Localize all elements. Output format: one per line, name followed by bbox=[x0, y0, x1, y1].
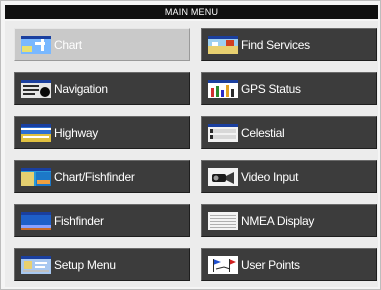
highway-label: Highway bbox=[54, 125, 98, 140]
user-points-icon bbox=[208, 255, 238, 274]
fishfinder-label: Fishfinder bbox=[54, 213, 104, 228]
celestial-label: Celestial bbox=[241, 125, 285, 140]
gps-status-label: GPS Status bbox=[241, 81, 301, 96]
user-points-button[interactable]: User Points bbox=[201, 248, 377, 281]
chart-fishfinder-button[interactable]: Chart/Fishfinder bbox=[14, 160, 190, 193]
celestial-button[interactable]: Celestial bbox=[201, 116, 377, 149]
nmea-display-icon bbox=[208, 211, 238, 230]
highway-button[interactable]: Highway bbox=[14, 116, 190, 149]
navigation-label: Navigation bbox=[54, 81, 108, 96]
menu-title: MAIN MENU bbox=[5, 5, 378, 19]
user-points-label: User Points bbox=[241, 257, 300, 272]
navigation-icon bbox=[21, 79, 51, 98]
nmea-display-label: NMEA Display bbox=[241, 213, 315, 228]
highway-icon bbox=[21, 123, 51, 142]
video-input-icon bbox=[208, 167, 238, 186]
gps-status-icon bbox=[208, 79, 238, 98]
find-services-label: Find Services bbox=[241, 37, 310, 52]
chart-fishfinder-icon bbox=[21, 167, 51, 186]
video-input-button[interactable]: Video Input bbox=[201, 160, 377, 193]
find-services-icon bbox=[208, 35, 238, 54]
video-input-label: Video Input bbox=[241, 169, 299, 184]
main-menu-window: MAIN MENU Chart Navigation Highway Chart… bbox=[0, 0, 381, 290]
chart-fishfinder-label: Chart/Fishfinder bbox=[54, 169, 135, 184]
setup-menu-button[interactable]: Setup Menu bbox=[14, 248, 190, 281]
fishfinder-icon bbox=[21, 211, 51, 230]
setup-menu-icon bbox=[21, 255, 51, 274]
find-services-button[interactable]: Find Services bbox=[201, 28, 377, 61]
navigation-button[interactable]: Navigation bbox=[14, 72, 190, 105]
menu-panel: Chart Navigation Highway Chart/Fishfinde… bbox=[5, 21, 378, 287]
gps-status-button[interactable]: GPS Status bbox=[201, 72, 377, 105]
chart-icon bbox=[21, 35, 51, 54]
chart-label: Chart bbox=[54, 37, 82, 52]
fishfinder-button[interactable]: Fishfinder bbox=[14, 204, 190, 237]
celestial-icon bbox=[208, 123, 238, 142]
chart-button[interactable]: Chart bbox=[14, 28, 190, 61]
nmea-display-button[interactable]: NMEA Display bbox=[201, 204, 377, 237]
setup-menu-label: Setup Menu bbox=[54, 257, 116, 272]
